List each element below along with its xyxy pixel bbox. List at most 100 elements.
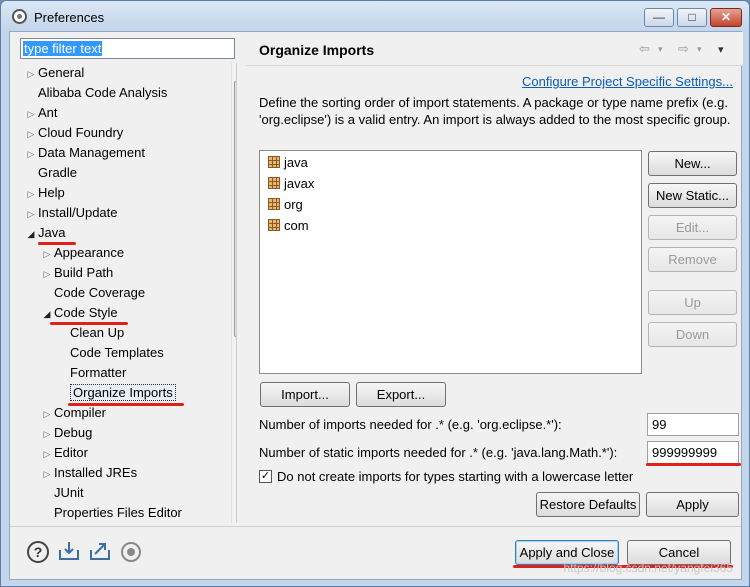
tree-item-code-templates[interactable]: Code Templates <box>56 343 164 363</box>
tree-item-java[interactable]: ◢ Java <box>24 223 66 244</box>
tree-item-compiler[interactable]: ▷ Compiler <box>40 403 106 423</box>
collapse-icon[interactable]: ◢ <box>40 304 54 324</box>
expand-icon[interactable]: ▷ <box>24 184 38 204</box>
list-item[interactable]: javax <box>268 174 314 194</box>
help-icon[interactable]: ? <box>27 541 49 563</box>
footer-separator <box>10 526 741 527</box>
expand-icon[interactable]: ▷ <box>40 464 54 484</box>
tree-item-clean-up[interactable]: Clean Up <box>56 323 124 343</box>
tree-item-debug[interactable]: ▷ Debug <box>40 423 93 444</box>
tree-item-organize-imports[interactable]: Organize Imports <box>56 383 176 403</box>
list-item[interactable]: org <box>268 195 303 215</box>
back-dropdown-icon[interactable]: ▾ <box>658 44 663 55</box>
list-item[interactable]: java <box>268 153 308 173</box>
new-static-button[interactable]: New Static... <box>648 183 737 208</box>
tree-item-label-selected: Organize Imports <box>70 384 176 401</box>
configure-project-settings-link[interactable]: Configure Project Specific Settings... <box>522 74 733 89</box>
apply-button[interactable]: Apply <box>646 492 739 517</box>
export-button[interactable]: Export... <box>356 382 446 407</box>
tree-item-gradle[interactable]: Gradle <box>24 163 77 183</box>
tree-item-junit[interactable]: JUnit <box>40 483 84 503</box>
forward-arrow-icon[interactable]: ⇨ <box>678 41 689 57</box>
preferences-tree[interactable]: ▷ General Alibaba Code Analysis ▷ Ant ▷ Clo… <box>20 63 237 523</box>
record-icon[interactable] <box>121 542 141 562</box>
tree-scrollbar[interactable]: ▲ ▼ <box>231 63 236 523</box>
tree-item-label: Debug <box>54 425 93 440</box>
list-item[interactable]: com <box>268 216 309 236</box>
minimize-button[interactable]: — <box>644 8 674 27</box>
list-item-label: com <box>284 218 309 233</box>
tree-item-label: Cloud Foundry <box>38 125 124 140</box>
down-button[interactable]: Down <box>648 322 737 347</box>
tree-item-alibaba[interactable]: Alibaba Code Analysis <box>24 83 167 103</box>
tree-item-label: Gradle <box>38 165 78 180</box>
scroll-up-arrow-icon[interactable]: ▲ <box>232 63 236 79</box>
tree-item-ant[interactable]: ▷ Ant <box>24 103 58 123</box>
preferences-window: Preferences — □ ✕ type filter text ▷ Gene… <box>0 0 750 587</box>
tree-item-appearance[interactable]: ▷ Appearance <box>40 243 125 264</box>
page-title: Organize Imports <box>259 42 375 58</box>
package-icon <box>268 219 280 231</box>
tree-item-label: Appearance <box>54 245 125 260</box>
lowercase-types-checkbox-label: Do not create imports for types starting… <box>277 469 634 484</box>
up-button[interactable]: Up <box>648 290 737 315</box>
import-order-list[interactable]: java javax org com <box>259 150 642 374</box>
package-icon <box>268 156 280 168</box>
scrollbar-thumb[interactable] <box>234 81 236 337</box>
tree-item-label: Editor <box>54 445 88 460</box>
tree-item-build-path[interactable]: ▷ Build Path <box>40 263 114 284</box>
static-imports-threshold-field[interactable]: 999999999 <box>647 441 739 464</box>
expand-icon[interactable]: ▷ <box>40 424 54 444</box>
tree-item-data-management[interactable]: ▷ Data Management <box>24 143 145 163</box>
expand-icon[interactable]: ▷ <box>24 104 38 124</box>
expand-icon[interactable]: ▷ <box>40 244 54 264</box>
view-menu-icon[interactable]: ▾ <box>718 43 724 56</box>
tree-item-code-coverage[interactable]: Code Coverage <box>40 283 145 303</box>
tree-item-label: General <box>38 65 85 80</box>
tree-item-editor[interactable]: ▷ Editor <box>40 443 88 463</box>
import-preferences-icon[interactable] <box>57 541 81 563</box>
static-imports-threshold-label: Number of static imports needed for .* (… <box>259 445 618 460</box>
tree-item-installed-jres[interactable]: ▷ Installed JREs <box>40 463 138 484</box>
expand-icon[interactable]: ▷ <box>40 264 54 284</box>
expand-icon[interactable]: ▷ <box>24 124 38 144</box>
back-arrow-icon[interactable]: ⇦ <box>639 41 650 57</box>
export-preferences-icon[interactable] <box>88 541 112 563</box>
remove-button[interactable]: Remove <box>648 247 737 272</box>
imports-threshold-label: Number of imports needed for .* (e.g. 'o… <box>259 417 562 432</box>
tree-item-label: Compiler <box>54 405 107 420</box>
tree-item-label: Clean Up <box>70 325 125 340</box>
expand-icon[interactable]: ▷ <box>24 64 38 84</box>
tree-item-help[interactable]: ▷ Help <box>24 183 65 203</box>
filter-input-text: type filter text <box>23 41 103 56</box>
tree-item-label: Formatter <box>70 365 127 380</box>
watermark-text: https://blog.csdn.net/yangfei365 <box>563 561 733 575</box>
title-bar[interactable]: Preferences — □ ✕ <box>1 1 749 31</box>
imports-threshold-field[interactable]: 99 <box>647 413 739 436</box>
new-button[interactable]: New... <box>648 151 737 176</box>
tree-item-properties-files-editor[interactable]: Properties Files Editor <box>40 503 182 523</box>
list-item-label: javax <box>284 176 315 191</box>
tree-item-general[interactable]: ▷ General <box>24 63 85 84</box>
expand-icon[interactable]: ▷ <box>24 204 38 224</box>
expand-icon[interactable]: ▷ <box>24 144 38 164</box>
tree-item-code-style[interactable]: ◢ Code Style <box>40 303 118 323</box>
restore-defaults-button[interactable]: Restore Defaults <box>536 492 640 517</box>
import-button[interactable]: Import... <box>260 382 350 407</box>
tree-item-label: Code Style <box>54 305 118 320</box>
close-button[interactable]: ✕ <box>710 8 742 27</box>
edit-button[interactable]: Edit... <box>648 215 737 240</box>
eclipse-icon <box>12 9 27 24</box>
collapse-icon[interactable]: ◢ <box>24 224 38 244</box>
scroll-down-arrow-icon[interactable]: ▼ <box>232 507 236 523</box>
lowercase-types-checkbox[interactable]: ✓ <box>259 470 272 483</box>
expand-icon[interactable]: ▷ <box>40 404 54 424</box>
forward-dropdown-icon[interactable]: ▾ <box>697 44 702 55</box>
tree-item-install-update[interactable]: ▷ Install/Update <box>24 203 118 223</box>
expand-icon[interactable]: ▷ <box>40 444 54 464</box>
tree-item-formatter[interactable]: Formatter <box>56 363 126 383</box>
tree-item-label: Installed JREs <box>54 465 138 480</box>
maximize-button[interactable]: □ <box>677 8 707 27</box>
filter-input[interactable]: type filter text <box>20 38 235 59</box>
tree-item-cloud-foundry[interactable]: ▷ Cloud Foundry <box>24 123 124 144</box>
